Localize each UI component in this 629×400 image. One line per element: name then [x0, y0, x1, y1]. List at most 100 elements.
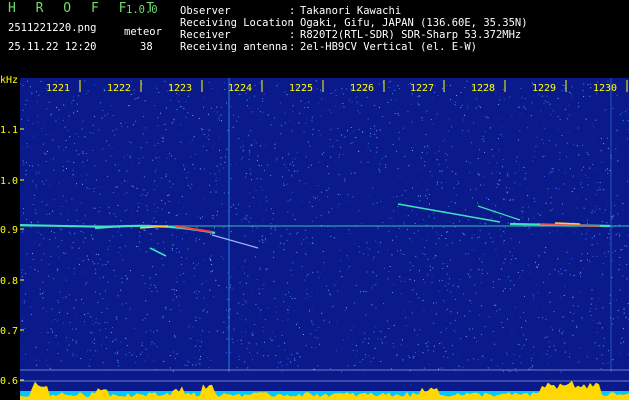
noise-dot: [618, 269, 620, 271]
noise-dot: [463, 233, 464, 235]
y-tick-label: 0.9: [0, 225, 18, 236]
noise-dot: [139, 241, 140, 243]
noise-dot: [487, 367, 489, 369]
noise-dot: [470, 142, 472, 144]
noise-dot: [542, 156, 544, 158]
noise-dot: [561, 149, 563, 151]
noise-dot: [121, 349, 123, 351]
noise-dot: [484, 253, 485, 255]
noise-dot: [213, 110, 215, 112]
noise-dot: [263, 355, 265, 357]
noise-dot: [391, 90, 393, 92]
noise-dot: [519, 316, 521, 318]
noise-dot: [434, 217, 435, 219]
noise-dot: [599, 208, 601, 210]
noise-dot: [291, 130, 293, 132]
noise-dot: [299, 180, 301, 182]
noise-dot: [471, 302, 473, 304]
noise-dot: [318, 130, 320, 132]
noise-dot: [496, 183, 498, 185]
noise-dot: [525, 320, 527, 322]
noise-dot: [172, 299, 174, 301]
noise-dot: [446, 244, 448, 246]
noise-dot: [416, 293, 418, 295]
noise-dot: [312, 134, 314, 136]
noise-dot: [403, 311, 405, 313]
noise-dot: [502, 327, 504, 328]
noise-dot: [125, 275, 127, 277]
noise-dot: [311, 291, 313, 293]
noise-dot: [478, 174, 480, 176]
noise-dot: [517, 271, 519, 273]
noise-dot: [469, 310, 471, 312]
noise-dot: [232, 126, 234, 128]
noise-dot: [377, 228, 379, 230]
noise-dot: [199, 363, 201, 365]
noise-dot: [607, 147, 609, 149]
noise-dot: [164, 123, 166, 125]
noise-dot: [575, 228, 577, 230]
noise-dot: [45, 161, 47, 162]
noise-dot: [175, 336, 177, 338]
noise-dot: [88, 188, 90, 190]
noise-dot: [211, 88, 213, 90]
noise-dot: [58, 301, 60, 303]
noise-dot: [496, 162, 498, 164]
noise-dot: [523, 178, 524, 180]
noise-dot: [566, 251, 568, 253]
noise-dot: [333, 237, 335, 239]
noise-dot: [400, 293, 402, 295]
noise-dot: [401, 194, 403, 196]
noise-dot: [37, 115, 39, 117]
noise-dot: [150, 343, 152, 345]
noise-dot: [35, 184, 37, 186]
noise-dot: [250, 130, 252, 132]
noise-dot: [214, 227, 215, 229]
noise-dot: [205, 214, 207, 216]
noise-dot: [30, 226, 32, 228]
noise-dot: [599, 150, 601, 152]
noise-dot: [404, 277, 406, 279]
noise-dot: [263, 217, 264, 219]
noise-dot: [515, 160, 517, 162]
noise-dot: [544, 337, 546, 339]
noise-dot: [509, 370, 511, 372]
noise-dot: [260, 178, 262, 180]
noise-dot: [175, 252, 177, 253]
noise-dot: [203, 297, 205, 299]
noise-dot: [54, 199, 56, 201]
noise-dot: [357, 102, 359, 104]
noise-dot: [320, 215, 322, 217]
noise-dot: [43, 291, 45, 293]
noise-dot: [472, 197, 473, 199]
noise-dot: [355, 345, 357, 347]
noise-dot: [529, 272, 531, 274]
noise-dot: [249, 151, 251, 153]
noise-dot: [439, 343, 441, 345]
noise-dot: [199, 346, 201, 348]
noise-dot: [452, 345, 453, 347]
noise-dot: [566, 142, 568, 144]
noise-dot: [473, 234, 475, 236]
noise-dot: [458, 98, 460, 100]
noise-dot: [375, 284, 377, 286]
noise-dot: [291, 274, 293, 276]
noise-dot: [546, 336, 548, 338]
noise-dot: [425, 343, 427, 345]
noise-dot: [587, 177, 589, 178]
noise-dot: [514, 354, 515, 356]
noise-dot: [583, 83, 585, 85]
noise-dot: [161, 208, 163, 210]
noise-dot: [247, 367, 249, 369]
noise-dot: [131, 354, 133, 356]
noise-dot: [369, 135, 371, 137]
noise-dot: [545, 247, 547, 249]
noise-dot: [235, 208, 237, 210]
noise-dot: [161, 177, 163, 179]
noise-dot: [176, 109, 178, 111]
noise-dot: [61, 240, 63, 241]
noise-dot: [136, 187, 138, 189]
noise-dot: [208, 134, 209, 136]
noise-dot: [438, 150, 440, 152]
noise-dot: [443, 300, 445, 301]
